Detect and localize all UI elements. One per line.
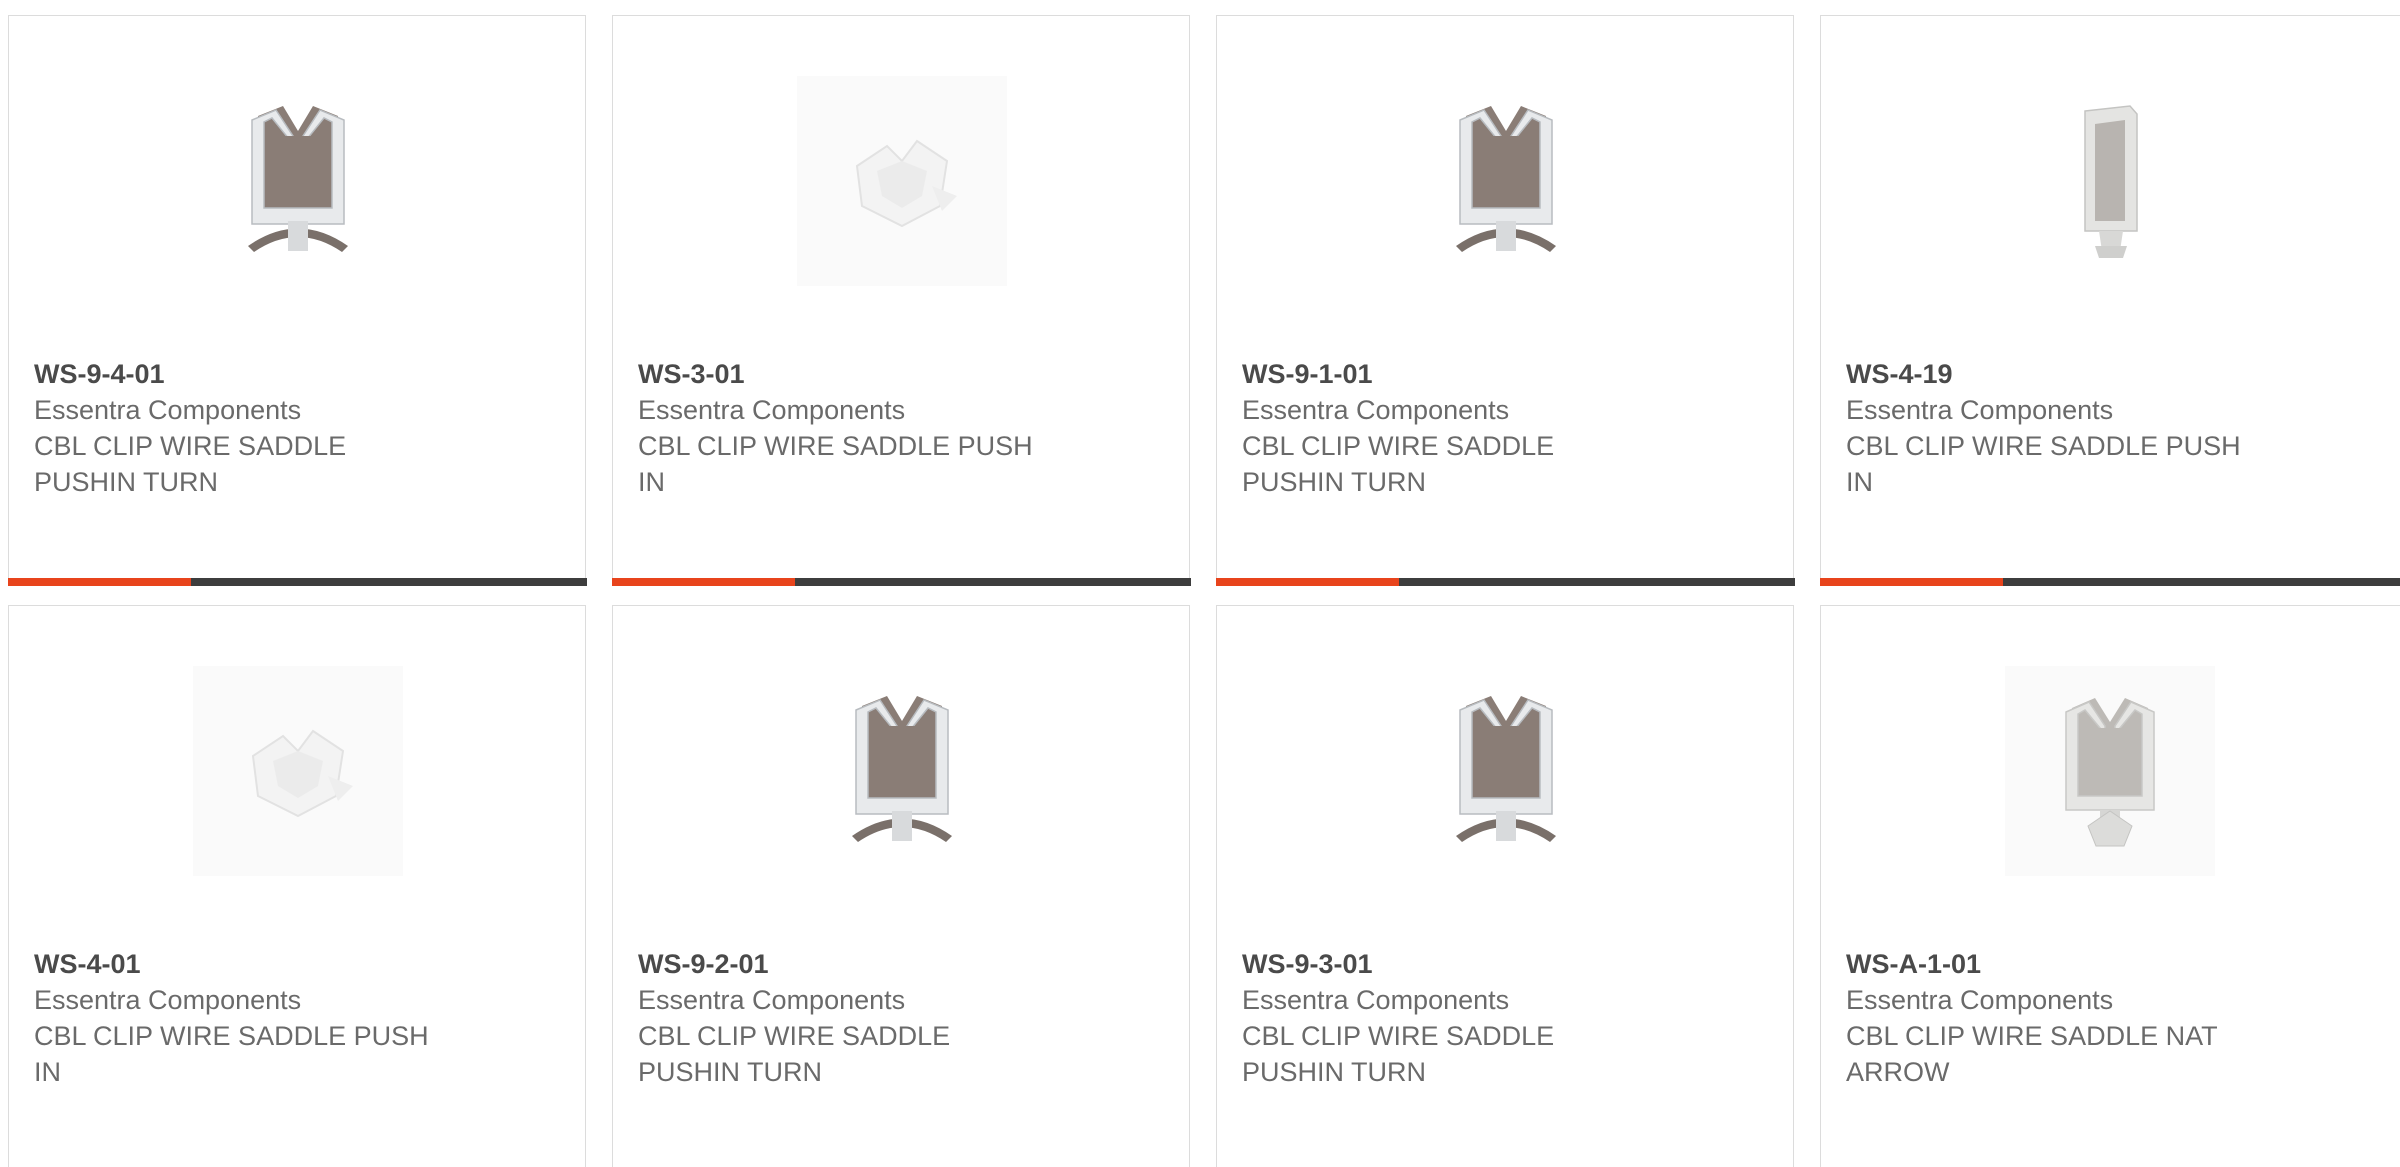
product-card[interactable]: WS-4-19 Essentra Components CBL CLIP WIR… bbox=[1819, 15, 2400, 586]
description-line: CBL CLIP WIRE SADDLE bbox=[34, 431, 347, 461]
description-line: CBL CLIP WIRE SADDLE PUSH bbox=[1846, 431, 2241, 461]
card-accent bbox=[1215, 577, 1399, 586]
part-number[interactable]: WS-9-2-01 bbox=[638, 946, 1078, 982]
part-number[interactable]: WS-4-01 bbox=[34, 946, 474, 982]
card-bottom-bar bbox=[7, 577, 587, 586]
card-accent bbox=[7, 577, 191, 586]
product-info: WS-9-2-01 Essentra Components CBL CLIP W… bbox=[638, 946, 1078, 1090]
description-line: PUSHIN TURN bbox=[1242, 1057, 1427, 1087]
product-info: WS-9-3-01 Essentra Components CBL CLIP W… bbox=[1242, 946, 1682, 1090]
product-info: WS-9-1-01 Essentra Components CBL CLIP W… bbox=[1242, 356, 1682, 500]
product-card[interactable]: WS-9-3-01 Essentra Components CBL CLIP W… bbox=[1216, 605, 1794, 1167]
product-image[interactable] bbox=[193, 76, 403, 286]
description-line: CBL CLIP WIRE SADDLE bbox=[1242, 1021, 1555, 1051]
description-line: CBL CLIP WIRE SADDLE PUSH bbox=[34, 1021, 429, 1051]
manufacturer: Essentra Components bbox=[1846, 985, 2114, 1015]
description-line: CBL CLIP WIRE SADDLE PUSH bbox=[638, 431, 1033, 461]
manufacturer: Essentra Components bbox=[638, 395, 906, 425]
manufacturer: Essentra Components bbox=[1846, 395, 2114, 425]
card-bottom-bar bbox=[1215, 577, 1795, 586]
description-line: PUSHIN TURN bbox=[638, 1057, 823, 1087]
description-line: IN bbox=[34, 1057, 61, 1087]
cable-clip-icon bbox=[2065, 698, 2155, 847]
product-info: WS-4-19 Essentra Components CBL CLIP WIR… bbox=[1846, 356, 2286, 500]
product-grid: WS-9-4-01 Essentra Components CBL CLIP W… bbox=[0, 0, 2400, 1167]
part-number[interactable]: WS-4-19 bbox=[1846, 356, 2286, 392]
description-line: PUSHIN TURN bbox=[34, 467, 219, 497]
part-number[interactable]: WS-9-4-01 bbox=[34, 356, 474, 392]
product-card[interactable]: WS-9-2-01 Essentra Components CBL CLIP W… bbox=[612, 605, 1190, 1167]
cable-clip-icon bbox=[1456, 106, 1556, 252]
card-accent bbox=[1819, 577, 2003, 586]
product-image[interactable] bbox=[1401, 76, 1611, 286]
product-card[interactable]: WS-A-1-01 Essentra Components CBL CLIP W… bbox=[1820, 605, 2400, 1167]
product-image[interactable] bbox=[797, 76, 1007, 286]
card-bottom-bar bbox=[1819, 577, 2400, 586]
product-info: WS-4-01 Essentra Components CBL CLIP WIR… bbox=[34, 946, 474, 1090]
manufacturer: Essentra Components bbox=[1242, 985, 1510, 1015]
description-line: CBL CLIP WIRE SADDLE bbox=[638, 1021, 951, 1051]
product-info: WS-3-01 Essentra Components CBL CLIP WIR… bbox=[638, 356, 1078, 500]
part-number[interactable]: WS-A-1-01 bbox=[1846, 946, 2286, 982]
product-card[interactable]: WS-9-4-01 Essentra Components CBL CLIP W… bbox=[7, 15, 587, 586]
description-line: CBL CLIP WIRE SADDLE bbox=[1242, 431, 1555, 461]
cable-clip-icon bbox=[1456, 696, 1556, 842]
description-line: IN bbox=[1846, 467, 1873, 497]
cable-clip-icon bbox=[251, 729, 353, 818]
manufacturer: Essentra Components bbox=[638, 985, 906, 1015]
part-number[interactable]: WS-9-1-01 bbox=[1242, 356, 1682, 392]
product-info: WS-9-4-01 Essentra Components CBL CLIP W… bbox=[34, 356, 474, 500]
cable-clip-icon bbox=[855, 139, 957, 228]
cable-clip-icon bbox=[2084, 105, 2138, 258]
product-image[interactable] bbox=[797, 666, 1007, 876]
description-line: PUSHIN TURN bbox=[1242, 467, 1427, 497]
manufacturer: Essentra Components bbox=[34, 985, 302, 1015]
manufacturer: Essentra Components bbox=[34, 395, 302, 425]
card-bottom-bar bbox=[611, 577, 1191, 586]
product-image[interactable] bbox=[1401, 666, 1611, 876]
product-card[interactable]: WS-4-01 Essentra Components CBL CLIP WIR… bbox=[8, 605, 586, 1167]
cable-clip-icon bbox=[248, 106, 348, 252]
product-card[interactable]: WS-3-01 Essentra Components CBL CLIP WIR… bbox=[611, 15, 1191, 586]
manufacturer: Essentra Components bbox=[1242, 395, 1510, 425]
part-number[interactable]: WS-9-3-01 bbox=[1242, 946, 1682, 982]
product-image[interactable] bbox=[2005, 76, 2215, 286]
part-number[interactable]: WS-3-01 bbox=[638, 356, 1078, 392]
product-image[interactable] bbox=[193, 666, 403, 876]
description-line: CBL CLIP WIRE SADDLE NAT bbox=[1846, 1021, 2218, 1051]
product-card[interactable]: WS-9-1-01 Essentra Components CBL CLIP W… bbox=[1215, 15, 1795, 586]
product-info: WS-A-1-01 Essentra Components CBL CLIP W… bbox=[1846, 946, 2286, 1090]
description-line: IN bbox=[638, 467, 665, 497]
cable-clip-icon bbox=[852, 696, 952, 842]
product-image[interactable] bbox=[2005, 666, 2215, 876]
description-line: ARROW bbox=[1846, 1057, 1950, 1087]
card-accent bbox=[611, 577, 795, 586]
